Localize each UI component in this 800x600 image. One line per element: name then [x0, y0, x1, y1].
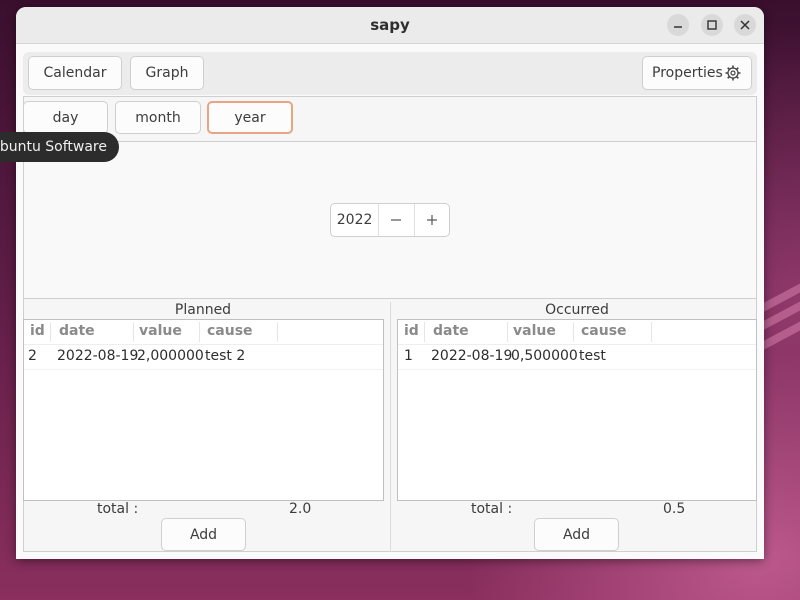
- cell-date: 2022-08-19: [57, 348, 139, 364]
- close-button[interactable]: [734, 14, 756, 36]
- column-separator: [50, 322, 51, 342]
- title-bar[interactable]: sapy: [16, 7, 764, 44]
- table-row[interactable]: 2 2022-08-19 2,000000 test 2: [24, 345, 383, 370]
- tab-year[interactable]: year: [207, 101, 293, 134]
- window-title: sapy: [370, 16, 410, 34]
- planned-table[interactable]: id date value cause 2 2022-08-19 2,00000…: [23, 319, 384, 501]
- cell-id: 2: [28, 348, 37, 364]
- table-header: id date value cause: [24, 320, 383, 345]
- column-separator: [573, 322, 574, 342]
- graph-button[interactable]: Graph: [130, 56, 204, 90]
- column-separator: [133, 322, 134, 342]
- occurred-table[interactable]: id date value cause 1 2022-08-19 0,50000…: [397, 319, 757, 501]
- planned-total-label: total :: [97, 501, 139, 517]
- cell-value: 2,000000: [137, 348, 204, 364]
- app-window: sapy Calendar Graph Properties day month…: [16, 7, 764, 559]
- year-value[interactable]: 2022: [331, 204, 378, 236]
- plus-icon: [426, 215, 437, 225]
- close-icon: [740, 20, 750, 30]
- column-separator: [277, 322, 278, 342]
- column-header-id[interactable]: id: [30, 323, 45, 339]
- planned-add-button[interactable]: Add: [161, 518, 246, 551]
- table-header: id date value cause: [398, 320, 756, 345]
- occurred-label: Occurred: [545, 302, 609, 318]
- increment-button[interactable]: [413, 204, 449, 236]
- minimize-icon: [674, 26, 682, 28]
- gear-icon: [725, 65, 741, 81]
- column-header-date[interactable]: date: [59, 323, 95, 339]
- maximize-icon: [707, 20, 717, 30]
- decrement-button[interactable]: [378, 204, 413, 236]
- planned-label: Planned: [174, 302, 232, 318]
- year-spin-button[interactable]: 2022: [330, 203, 450, 237]
- properties-button[interactable]: Properties: [642, 56, 752, 90]
- cell-date: 2022-08-19: [431, 348, 513, 364]
- table-row[interactable]: 1 2022-08-19 0,500000 test: [398, 345, 756, 370]
- occurred-add-button[interactable]: Add: [534, 518, 619, 551]
- dock-tooltip: Ubuntu Software: [0, 132, 119, 162]
- tab-day[interactable]: day: [23, 101, 108, 134]
- column-header-date[interactable]: date: [433, 323, 469, 339]
- properties-label: Properties: [652, 65, 723, 81]
- column-header-id[interactable]: id: [404, 323, 419, 339]
- cell-cause: test 2: [205, 348, 246, 364]
- column-header-cause[interactable]: cause: [581, 323, 627, 339]
- cell-cause: test: [579, 348, 606, 364]
- maximize-button[interactable]: [701, 14, 723, 36]
- minus-icon: [391, 219, 402, 221]
- column-header-value[interactable]: value: [139, 323, 182, 339]
- cell-value: 0,500000: [511, 348, 578, 364]
- column-separator: [424, 322, 425, 342]
- tab-month[interactable]: month: [115, 101, 201, 134]
- column-header-cause[interactable]: cause: [207, 323, 253, 339]
- section-divider: [390, 302, 391, 552]
- planned-total-value: 2.0: [289, 501, 312, 517]
- column-separator: [651, 322, 652, 342]
- minimize-button[interactable]: [667, 14, 689, 36]
- column-separator: [507, 322, 508, 342]
- calendar-button[interactable]: Calendar: [28, 56, 122, 90]
- occurred-total-label: total :: [471, 501, 513, 517]
- occurred-total-value: 0.5: [663, 501, 686, 517]
- cell-id: 1: [404, 348, 413, 364]
- column-separator: [199, 322, 200, 342]
- column-header-value[interactable]: value: [513, 323, 556, 339]
